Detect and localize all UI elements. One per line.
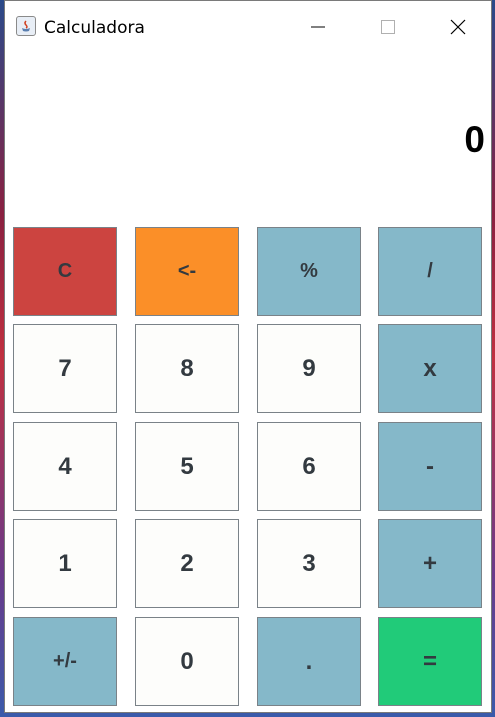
percent-button[interactable]: % [257, 227, 361, 316]
close-button[interactable] [435, 9, 481, 45]
subtract-button[interactable]: - [378, 422, 482, 511]
equals-button[interactable]: = [378, 617, 482, 706]
minimize-button[interactable] [295, 9, 341, 45]
digit-7-button[interactable]: 7 [13, 324, 117, 413]
maximize-button[interactable] [365, 9, 411, 45]
digit-5-button[interactable]: 5 [135, 422, 239, 511]
minimize-icon [311, 26, 325, 28]
title-bar[interactable]: Calculadora [5, 1, 491, 53]
close-icon [450, 19, 466, 35]
multiply-button[interactable]: x [378, 324, 482, 413]
decimal-button[interactable]: . [257, 617, 361, 706]
java-icon [16, 16, 36, 36]
backspace-button[interactable]: <- [135, 227, 239, 316]
calculator-window: Calculadora 0 C <- % / 7 8 9 x 4 5 6 - 1… [4, 0, 492, 713]
negate-button[interactable]: +/- [13, 617, 117, 706]
digit-0-button[interactable]: 0 [135, 617, 239, 706]
display-value: 0 [464, 119, 485, 160]
add-button[interactable]: + [378, 519, 482, 608]
clear-button[interactable]: C [13, 227, 117, 316]
maximize-icon [381, 20, 395, 34]
divide-button[interactable]: / [378, 227, 482, 316]
digit-2-button[interactable]: 2 [135, 519, 239, 608]
digit-4-button[interactable]: 4 [13, 422, 117, 511]
digit-1-button[interactable]: 1 [13, 519, 117, 608]
window-title: Calculadora [44, 18, 145, 38]
digit-3-button[interactable]: 3 [257, 519, 361, 608]
digit-8-button[interactable]: 8 [135, 324, 239, 413]
digit-9-button[interactable]: 9 [257, 324, 361, 413]
display-panel: 0 [5, 53, 491, 225]
digit-6-button[interactable]: 6 [257, 422, 361, 511]
